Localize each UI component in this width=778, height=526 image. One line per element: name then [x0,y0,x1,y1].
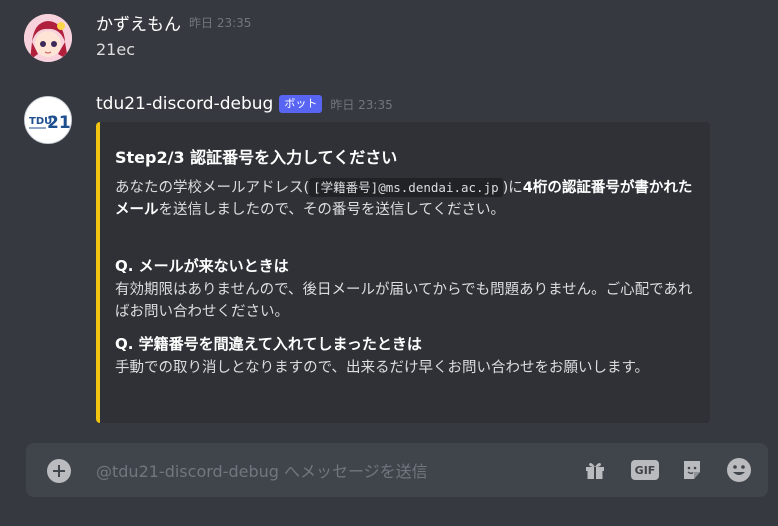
field-value: 手動での取り消しとなりますので、出来るだけ早くお問い合わせをお願いします。 [115,360,650,376]
tdu21-logo-icon: TDU 21 [25,97,71,143]
message-input[interactable]: @tdu21-discord-debug へメッセージを送信 [96,458,428,482]
embed-title: Step2/3 認証番号を入力してください [115,148,398,167]
gif-label: GIF [631,460,659,480]
avatar[interactable]: TDU 21 [24,96,72,144]
embed-field: Q. メールが来ないときは 有効期限はありませんので、後日メールが届いてからでも… [115,256,693,323]
timestamp: 昨日 23:35 [330,97,393,112]
embed-card: Step2/3 認証番号を入力してください あなたの学校メールアドレス([学籍番… [96,122,710,423]
avatar[interactable] [24,14,72,62]
add-icon[interactable] [47,459,71,483]
emoji-icon[interactable] [726,457,752,483]
timestamp: 昨日 23:35 [189,16,252,30]
bot-badge: ボット [279,95,323,113]
field-value: 有効期限はありませんので、後日メールが届いてからでも問題ありません。ご心配であれ… [115,282,693,320]
embed-description: あなたの学校メールアドレス([学籍番号]@ms.dendai.ac.jp)に4桁… [115,178,693,218]
author-name[interactable]: tdu21-discord-debug [96,94,273,114]
email-code: [学籍番号]@ms.dendai.ac.jp [309,178,503,197]
message-composer: @tdu21-discord-debug へメッセージを送信 GIF [26,443,768,497]
author-name[interactable]: かずえもん [96,10,181,35]
field-name: Q. 学籍番号を間違えて入れてしまったときは [115,335,422,353]
sticker-icon[interactable] [679,457,705,483]
user-avatar-image [24,14,72,62]
gift-icon[interactable] [582,457,608,483]
svg-text:21: 21 [47,113,71,133]
message-text: 21ec [96,40,135,59]
embed-field: Q. 学籍番号を間違えて入れてしまったときは 手動での取り消しとなりますので、出… [115,334,693,379]
field-name: Q. メールが来ないときは [115,257,289,275]
gif-icon[interactable]: GIF [629,457,661,483]
